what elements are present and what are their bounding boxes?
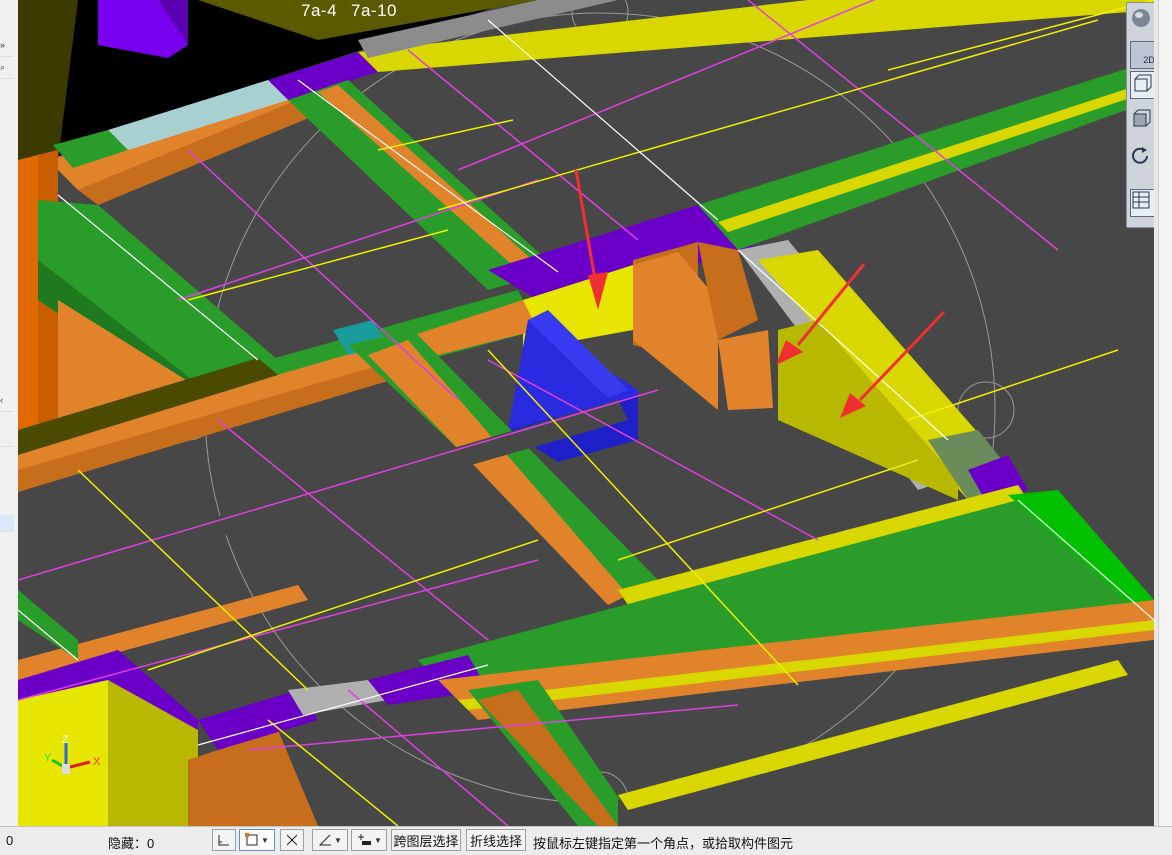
angle-icon — [318, 834, 332, 846]
collapse-icon[interactable]: ‹ — [0, 395, 14, 412]
orbit-sphere-icon[interactable] — [1130, 7, 1154, 33]
3d-viewport[interactable]: 7a-4 7a-10 Z Y X 2D — [18, 0, 1154, 826]
3d-model-scene[interactable] — [18, 0, 1154, 826]
expand-arrows-icon[interactable]: » — [0, 40, 14, 57]
axis-z-label: Z — [62, 734, 69, 746]
chevron-down-icon: ▼ — [374, 835, 382, 845]
cross-layer-select-button[interactable]: 跨图层选择 — [391, 829, 461, 851]
command-prompt: 按鼠标左键指定第一个角点，或拾取构件图元 — [533, 836, 794, 851]
snap-square-icon — [245, 833, 258, 846]
display-settings-icon[interactable] — [1130, 189, 1154, 217]
rotate-icon[interactable] — [1130, 145, 1154, 171]
cross-icon — [286, 834, 298, 846]
cross-select-button[interactable] — [280, 829, 304, 851]
left-panel-edge: » ⌕ ‹ — [0, 0, 19, 826]
ortho-toggle-button[interactable] — [212, 829, 236, 851]
view-dynamic-icon[interactable] — [1130, 107, 1154, 133]
panel-row-selected[interactable] — [0, 515, 14, 532]
status-left-value: 0 — [6, 833, 14, 848]
search-icon[interactable]: ⌕ — [0, 62, 14, 79]
hidden-count: 隐藏：0 — [108, 836, 155, 851]
ortho-icon — [218, 835, 229, 846]
chevron-down-icon: ▼ — [334, 835, 342, 845]
view-2d-label: 2D — [1143, 55, 1154, 65]
snap-mode-dropdown[interactable]: ▼ — [239, 829, 275, 851]
axis-label-7a-4: 7a-4 — [301, 1, 338, 20]
view-3d-box-icon[interactable] — [1130, 71, 1154, 99]
status-bar: 0 隐藏：0 ▼ ▼ ▼ 跨图层选择 折线选择 按鼠标左键指定第一个角点，或拾取… — [0, 826, 1172, 855]
axis-y-label: Y — [44, 752, 52, 764]
axis-x-label: X — [93, 756, 101, 768]
polyline-select-button[interactable]: 折线选择 — [466, 829, 526, 851]
axis-label-7a-10: 7a-10 — [351, 1, 397, 20]
panel-row[interactable] — [0, 430, 14, 447]
view-toolbox: 2D — [1126, 2, 1154, 228]
chevron-down-icon: ▼ — [261, 835, 269, 845]
view-2d-button[interactable]: 2D — [1130, 41, 1154, 69]
angle-dropdown[interactable]: ▼ — [312, 829, 348, 851]
offset-icon — [358, 834, 372, 845]
right-panel-edge — [1158, 0, 1172, 826]
offset-dropdown[interactable]: ▼ — [351, 829, 387, 851]
